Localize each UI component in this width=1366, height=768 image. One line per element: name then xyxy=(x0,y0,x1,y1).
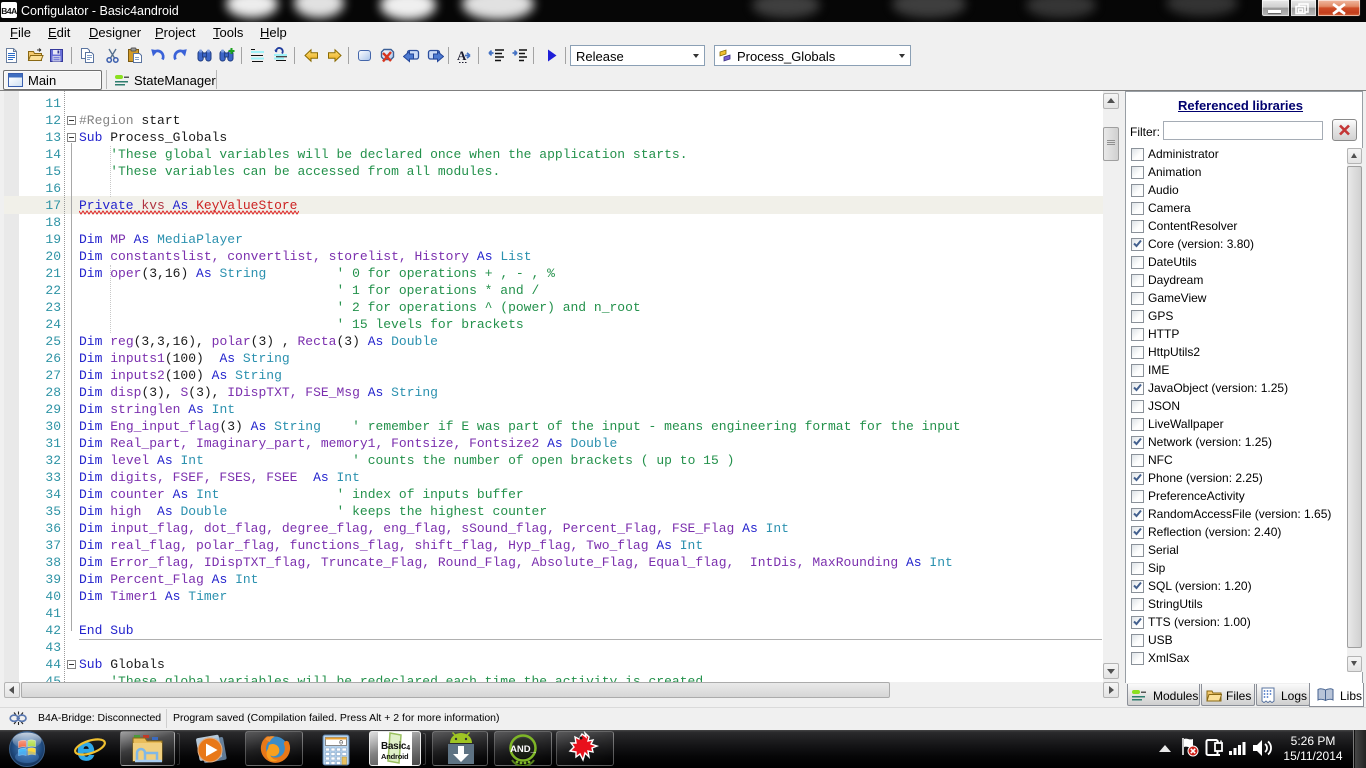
svg-text:Basic4: Basic4 xyxy=(381,741,410,752)
svg-text:e: e xyxy=(77,732,95,766)
svg-text:Android: Android xyxy=(381,752,409,761)
svg-text:0: 0 xyxy=(339,740,343,747)
svg-text:B4A: B4A xyxy=(1,6,17,16)
svg-text:AND_: AND_ xyxy=(510,744,537,755)
